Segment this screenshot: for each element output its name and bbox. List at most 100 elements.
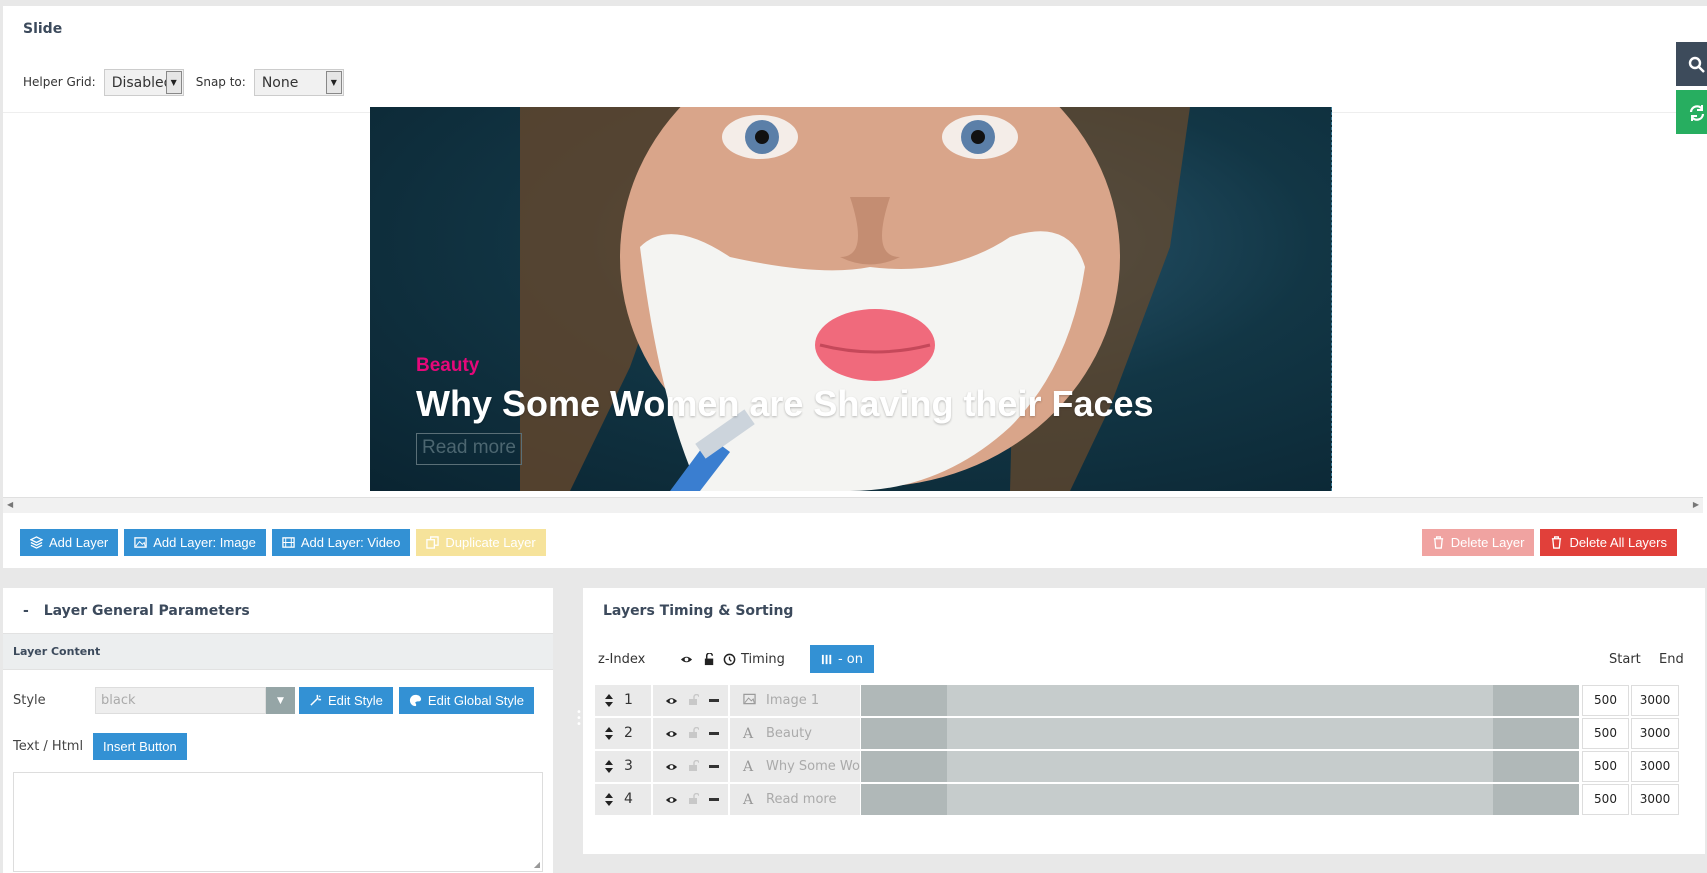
minus-icon[interactable]: [709, 732, 719, 735]
end-time-input[interactable]: 3000: [1631, 685, 1679, 716]
eye-icon[interactable]: [680, 653, 693, 666]
zindex-header: z-Index: [598, 652, 646, 667]
layer-readmore-button[interactable]: Read more: [416, 433, 522, 465]
delete-layer-button[interactable]: Delete Layer: [1421, 529, 1535, 556]
unlock-icon[interactable]: [688, 694, 699, 706]
start-time-value: 500: [1594, 792, 1617, 806]
layer-general-parameters-panel: - Layer General Parameters Layer Content…: [3, 588, 553, 873]
layer-row[interactable]: 2 A Beauty 500 3000: [595, 718, 1695, 749]
minus-icon[interactable]: [709, 699, 719, 702]
canvas-scrollbar[interactable]: ◀ ▶: [3, 497, 1703, 513]
refresh-side-button[interactable]: [1676, 90, 1707, 134]
timeline-bar[interactable]: [861, 685, 1579, 716]
unlock-icon[interactable]: [688, 727, 699, 739]
end-time-input[interactable]: 3000: [1631, 784, 1679, 815]
helper-grid-value: Disabled: [111, 74, 173, 91]
eye-icon[interactable]: [665, 794, 678, 806]
snap-select[interactable]: None ▼: [253, 68, 344, 96]
helper-grid-select[interactable]: Disabled ▼: [103, 68, 184, 96]
text-icon: A: [743, 726, 754, 742]
add-layer-video-label: Add Layer: Video: [300, 535, 401, 550]
visibility-cell: [653, 784, 728, 815]
timeline-out-segment[interactable]: [1493, 784, 1579, 815]
sort-icon[interactable]: [605, 727, 613, 740]
scroll-right-icon[interactable]: ▶: [1693, 500, 1699, 509]
layer-row[interactable]: 4 A Read more 500 3000: [595, 784, 1695, 815]
timeline-in-segment[interactable]: [861, 784, 947, 815]
add-layer-button[interactable]: Add Layer: [20, 529, 119, 556]
start-time-input[interactable]: 500: [1582, 751, 1629, 782]
timeline-out-segment[interactable]: [1493, 685, 1579, 716]
timeline-in-segment[interactable]: [861, 685, 947, 716]
resize-grip-icon[interactable]: ◢: [534, 860, 540, 869]
duplicate-layer-label: Duplicate Layer: [445, 535, 536, 550]
text-html-row: Text / Html Insert Button: [13, 733, 193, 760]
sort-icon[interactable]: [605, 760, 613, 773]
timeline-out-segment[interactable]: [1493, 751, 1579, 782]
timeline-bar[interactable]: [861, 718, 1579, 749]
image-icon: [743, 693, 756, 709]
timing-toggle-button[interactable]: - on: [810, 645, 874, 673]
edit-style-button[interactable]: Edit Style: [299, 687, 393, 714]
add-layer-video-button[interactable]: Add Layer: Video: [271, 529, 411, 556]
timeline-in-segment[interactable]: [861, 718, 947, 749]
history-icon[interactable]: [723, 653, 736, 666]
duplicate-layer-button[interactable]: Duplicate Layer: [416, 529, 546, 556]
layer-headline-text[interactable]: Why Some Women are Shaving their Faces: [416, 383, 1154, 425]
style-input[interactable]: black: [95, 687, 266, 714]
delete-all-layers-button[interactable]: Delete All Layers: [1540, 529, 1677, 556]
layer-text-textarea[interactable]: ◢: [13, 772, 543, 872]
start-time-value: 500: [1594, 726, 1617, 740]
eye-icon[interactable]: [665, 728, 678, 740]
timing-toggle-label: - on: [837, 651, 864, 667]
start-time-input[interactable]: 500: [1582, 784, 1629, 815]
eye-icon[interactable]: [665, 761, 678, 773]
layer-row[interactable]: 1 Image 1 500 3000: [595, 685, 1695, 716]
unlock-icon[interactable]: [688, 793, 699, 805]
timeline-bar[interactable]: [861, 751, 1579, 782]
layer-name-cell[interactable]: Image 1: [730, 685, 860, 716]
panel-drag-handle[interactable]: • • •: [576, 708, 582, 730]
end-time-input[interactable]: 3000: [1631, 718, 1679, 749]
scroll-left-icon[interactable]: ◀: [7, 500, 13, 509]
sort-icon[interactable]: [605, 694, 613, 707]
collapse-toggle[interactable]: -: [23, 603, 29, 619]
insert-button-button[interactable]: Insert Button: [93, 733, 187, 760]
layer-name-cell[interactable]: A Beauty: [730, 718, 860, 749]
timeline-out-segment[interactable]: [1493, 718, 1579, 749]
start-time-input[interactable]: 500: [1582, 718, 1629, 749]
canvas-guide: [1331, 107, 1332, 491]
zindex-cell: 1: [595, 685, 651, 716]
sort-icon[interactable]: [605, 793, 613, 806]
lock-icon[interactable]: [703, 653, 716, 666]
copy-icon: [426, 536, 440, 549]
slide-title: Slide: [23, 21, 63, 37]
add-layer-image-button[interactable]: Add Layer: Image: [124, 529, 266, 556]
unlock-icon[interactable]: [688, 760, 699, 772]
edit-global-style-button[interactable]: Edit Global Style: [398, 687, 535, 714]
start-time-input[interactable]: 500: [1582, 685, 1629, 716]
layer-name-cell[interactable]: A Read more: [730, 784, 860, 815]
minus-icon[interactable]: [709, 765, 719, 768]
layer-rows: 1 Image 1 500 3000 2 A Beauty 500 3000 3…: [595, 685, 1695, 817]
eye-icon[interactable]: [665, 695, 678, 707]
layer-content-tab[interactable]: Layer Content: [3, 633, 553, 670]
timeline-bar[interactable]: [861, 784, 1579, 815]
style-row: Style black ▼ Edit Style Edit Global Sty…: [13, 687, 540, 714]
minus-icon[interactable]: [709, 798, 719, 801]
chevron-down-icon[interactable]: ▼: [266, 687, 295, 714]
refresh-icon: [1689, 105, 1705, 121]
layer-beauty-text[interactable]: Beauty: [416, 355, 479, 377]
layer-row[interactable]: 3 A Why Some Women are S... 500 3000: [595, 751, 1695, 782]
timeline-in-segment[interactable]: [861, 751, 947, 782]
layer-name-cell[interactable]: A Why Some Women are S...: [730, 751, 939, 782]
start-time-value: 500: [1594, 693, 1617, 707]
delete-layer-label: Delete Layer: [1450, 535, 1525, 550]
search-side-button[interactable]: [1676, 42, 1707, 86]
snap-label: Snap to:: [195, 75, 246, 89]
params-header[interactable]: - Layer General Parameters: [23, 603, 250, 619]
delete-toolbar: Delete Layer Delete All Layers: [1421, 529, 1683, 556]
slide-canvas[interactable]: Beauty Why Some Women are Shaving their …: [370, 107, 1332, 491]
edit-style-label: Edit Style: [328, 693, 383, 708]
end-time-input[interactable]: 3000: [1631, 751, 1679, 782]
